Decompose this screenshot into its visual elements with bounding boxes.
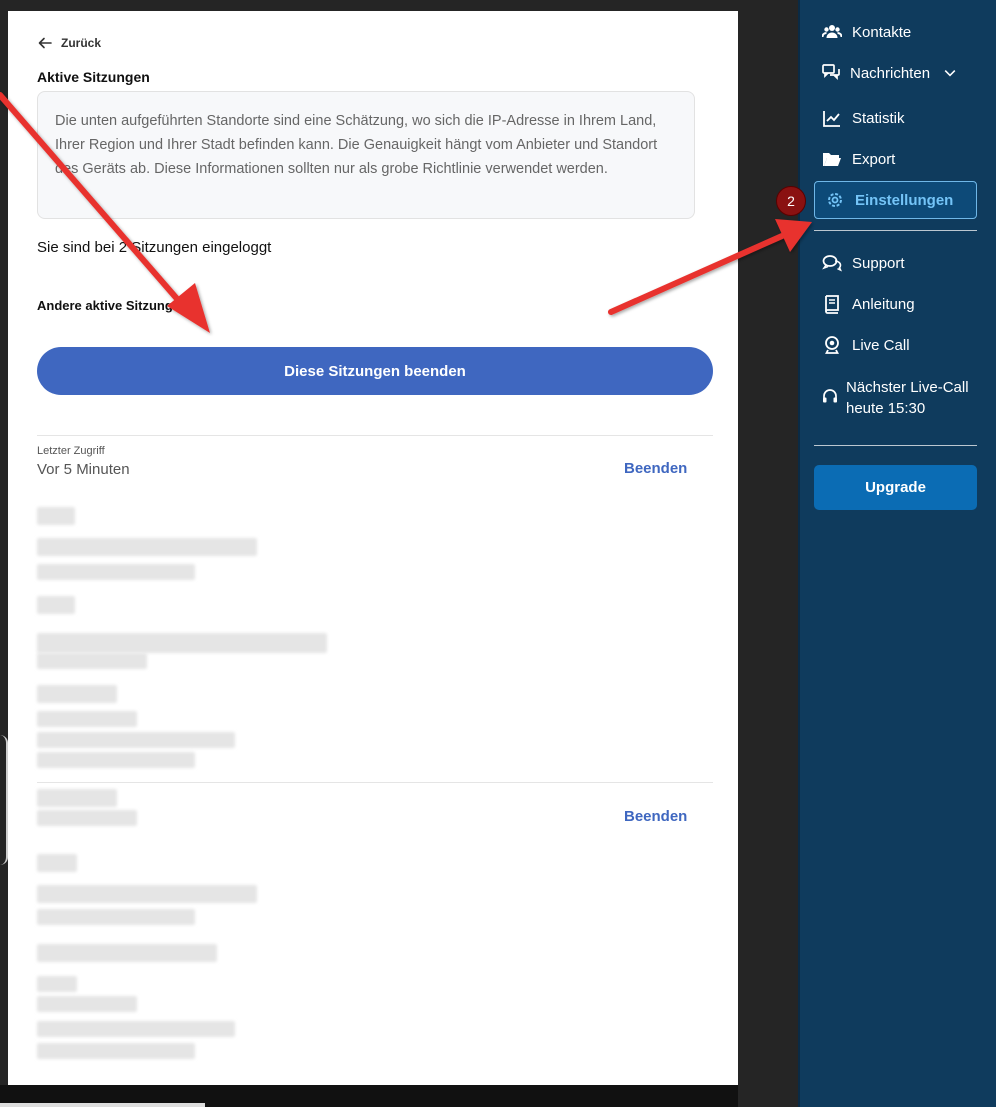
redacted-text	[37, 810, 137, 826]
redacted-text	[37, 944, 217, 962]
sidebar-item-label: Einstellungen	[855, 191, 954, 209]
users-icon	[822, 25, 842, 38]
upgrade-button[interactable]: Upgrade	[814, 465, 977, 510]
sidebar-item-label: Kontakte	[852, 23, 912, 41]
next-live-call[interactable]: Nächster Live-Call heute 15:30	[822, 377, 969, 419]
chevron-down-icon	[944, 70, 956, 77]
book-icon	[825, 295, 839, 314]
headset-icon	[823, 389, 837, 403]
redacted-text	[37, 789, 117, 807]
sidebar-item-export[interactable]: Export	[822, 149, 895, 169]
end-session-link[interactable]: Beenden	[624, 460, 687, 477]
back-label: Zurück	[61, 36, 102, 50]
gear-icon	[828, 193, 842, 207]
next-live-call-time: heute 15:30	[846, 400, 926, 417]
redacted-text	[37, 996, 137, 1012]
sidebar-item-label: Live Call	[852, 336, 910, 354]
window-edge-fragment	[0, 735, 8, 865]
end-all-sessions-button[interactable]: Diese Sitzungen beenden	[37, 347, 713, 395]
sidebar-item-label: Support	[852, 254, 905, 272]
last-access-label: Letzter Zugriff	[37, 445, 105, 457]
redacted-text	[37, 538, 257, 556]
redacted-text	[37, 564, 195, 580]
redacted-text	[37, 854, 77, 872]
redacted-text	[37, 596, 75, 614]
folder-open-icon	[823, 153, 841, 166]
sidebar-item-label: Export	[852, 150, 896, 168]
step-number-badge: 2	[776, 186, 806, 216]
chart-icon	[823, 111, 840, 127]
redacted-text	[37, 685, 117, 703]
sidebar: Kontakte Nachrichten Statistik Export Ei…	[798, 0, 996, 1107]
last-access-value: Vor 5 Minuten	[37, 461, 130, 478]
redacted-text	[37, 732, 235, 748]
page-title: Aktive Sitzungen	[37, 69, 150, 85]
redacted-text	[37, 633, 327, 653]
sidebar-divider	[814, 230, 977, 231]
chat-icon	[822, 64, 840, 81]
sessions-panel: Zurück Aktive Sitzungen Die unten aufgef…	[8, 11, 738, 1085]
sidebar-item-label: Statistik	[852, 109, 905, 127]
redacted-text	[37, 976, 77, 992]
sidebar-item-label: Nachrichten	[850, 64, 931, 82]
location-info-box: Die unten aufgeführten Standorte sind ei…	[37, 91, 695, 219]
sidebar-item-nachrichten[interactable]: Nachrichten	[822, 63, 958, 83]
next-live-call-title: Nächster Live-Call	[846, 379, 969, 396]
end-session-link[interactable]: Beenden	[624, 808, 687, 825]
sidebar-item-kontakte[interactable]: Kontakte	[822, 22, 911, 42]
redacted-text	[37, 507, 75, 525]
back-link[interactable]: Zurück	[37, 35, 101, 51]
taskbar-fragment	[0, 1103, 205, 1107]
webcam-icon	[825, 336, 839, 354]
redacted-text	[37, 653, 147, 669]
sidebar-divider	[814, 445, 977, 446]
sidebar-item-anleitung[interactable]: Anleitung	[822, 294, 915, 314]
sidebar-item-statistik[interactable]: Statistik	[822, 108, 905, 128]
support-chat-icon	[822, 255, 842, 272]
session-divider	[37, 782, 713, 783]
redacted-text	[37, 711, 137, 727]
redacted-text	[37, 1043, 195, 1059]
redacted-text	[37, 1021, 235, 1037]
redacted-text	[37, 885, 257, 903]
sidebar-item-support[interactable]: Support	[822, 253, 905, 273]
redacted-text	[37, 752, 195, 768]
session-count-text: Sie sind bei 2 Sitzungen eingeloggt	[37, 239, 272, 256]
sidebar-item-live-call[interactable]: Live Call	[822, 335, 910, 355]
arrow-left-icon	[38, 37, 52, 49]
sidebar-item-label: Anleitung	[852, 295, 915, 313]
other-sessions-heading: Andere aktive Sitzungen	[37, 298, 188, 313]
session-divider	[37, 435, 713, 436]
redacted-text	[37, 909, 195, 925]
sidebar-item-einstellungen[interactable]: Einstellungen	[814, 181, 977, 219]
